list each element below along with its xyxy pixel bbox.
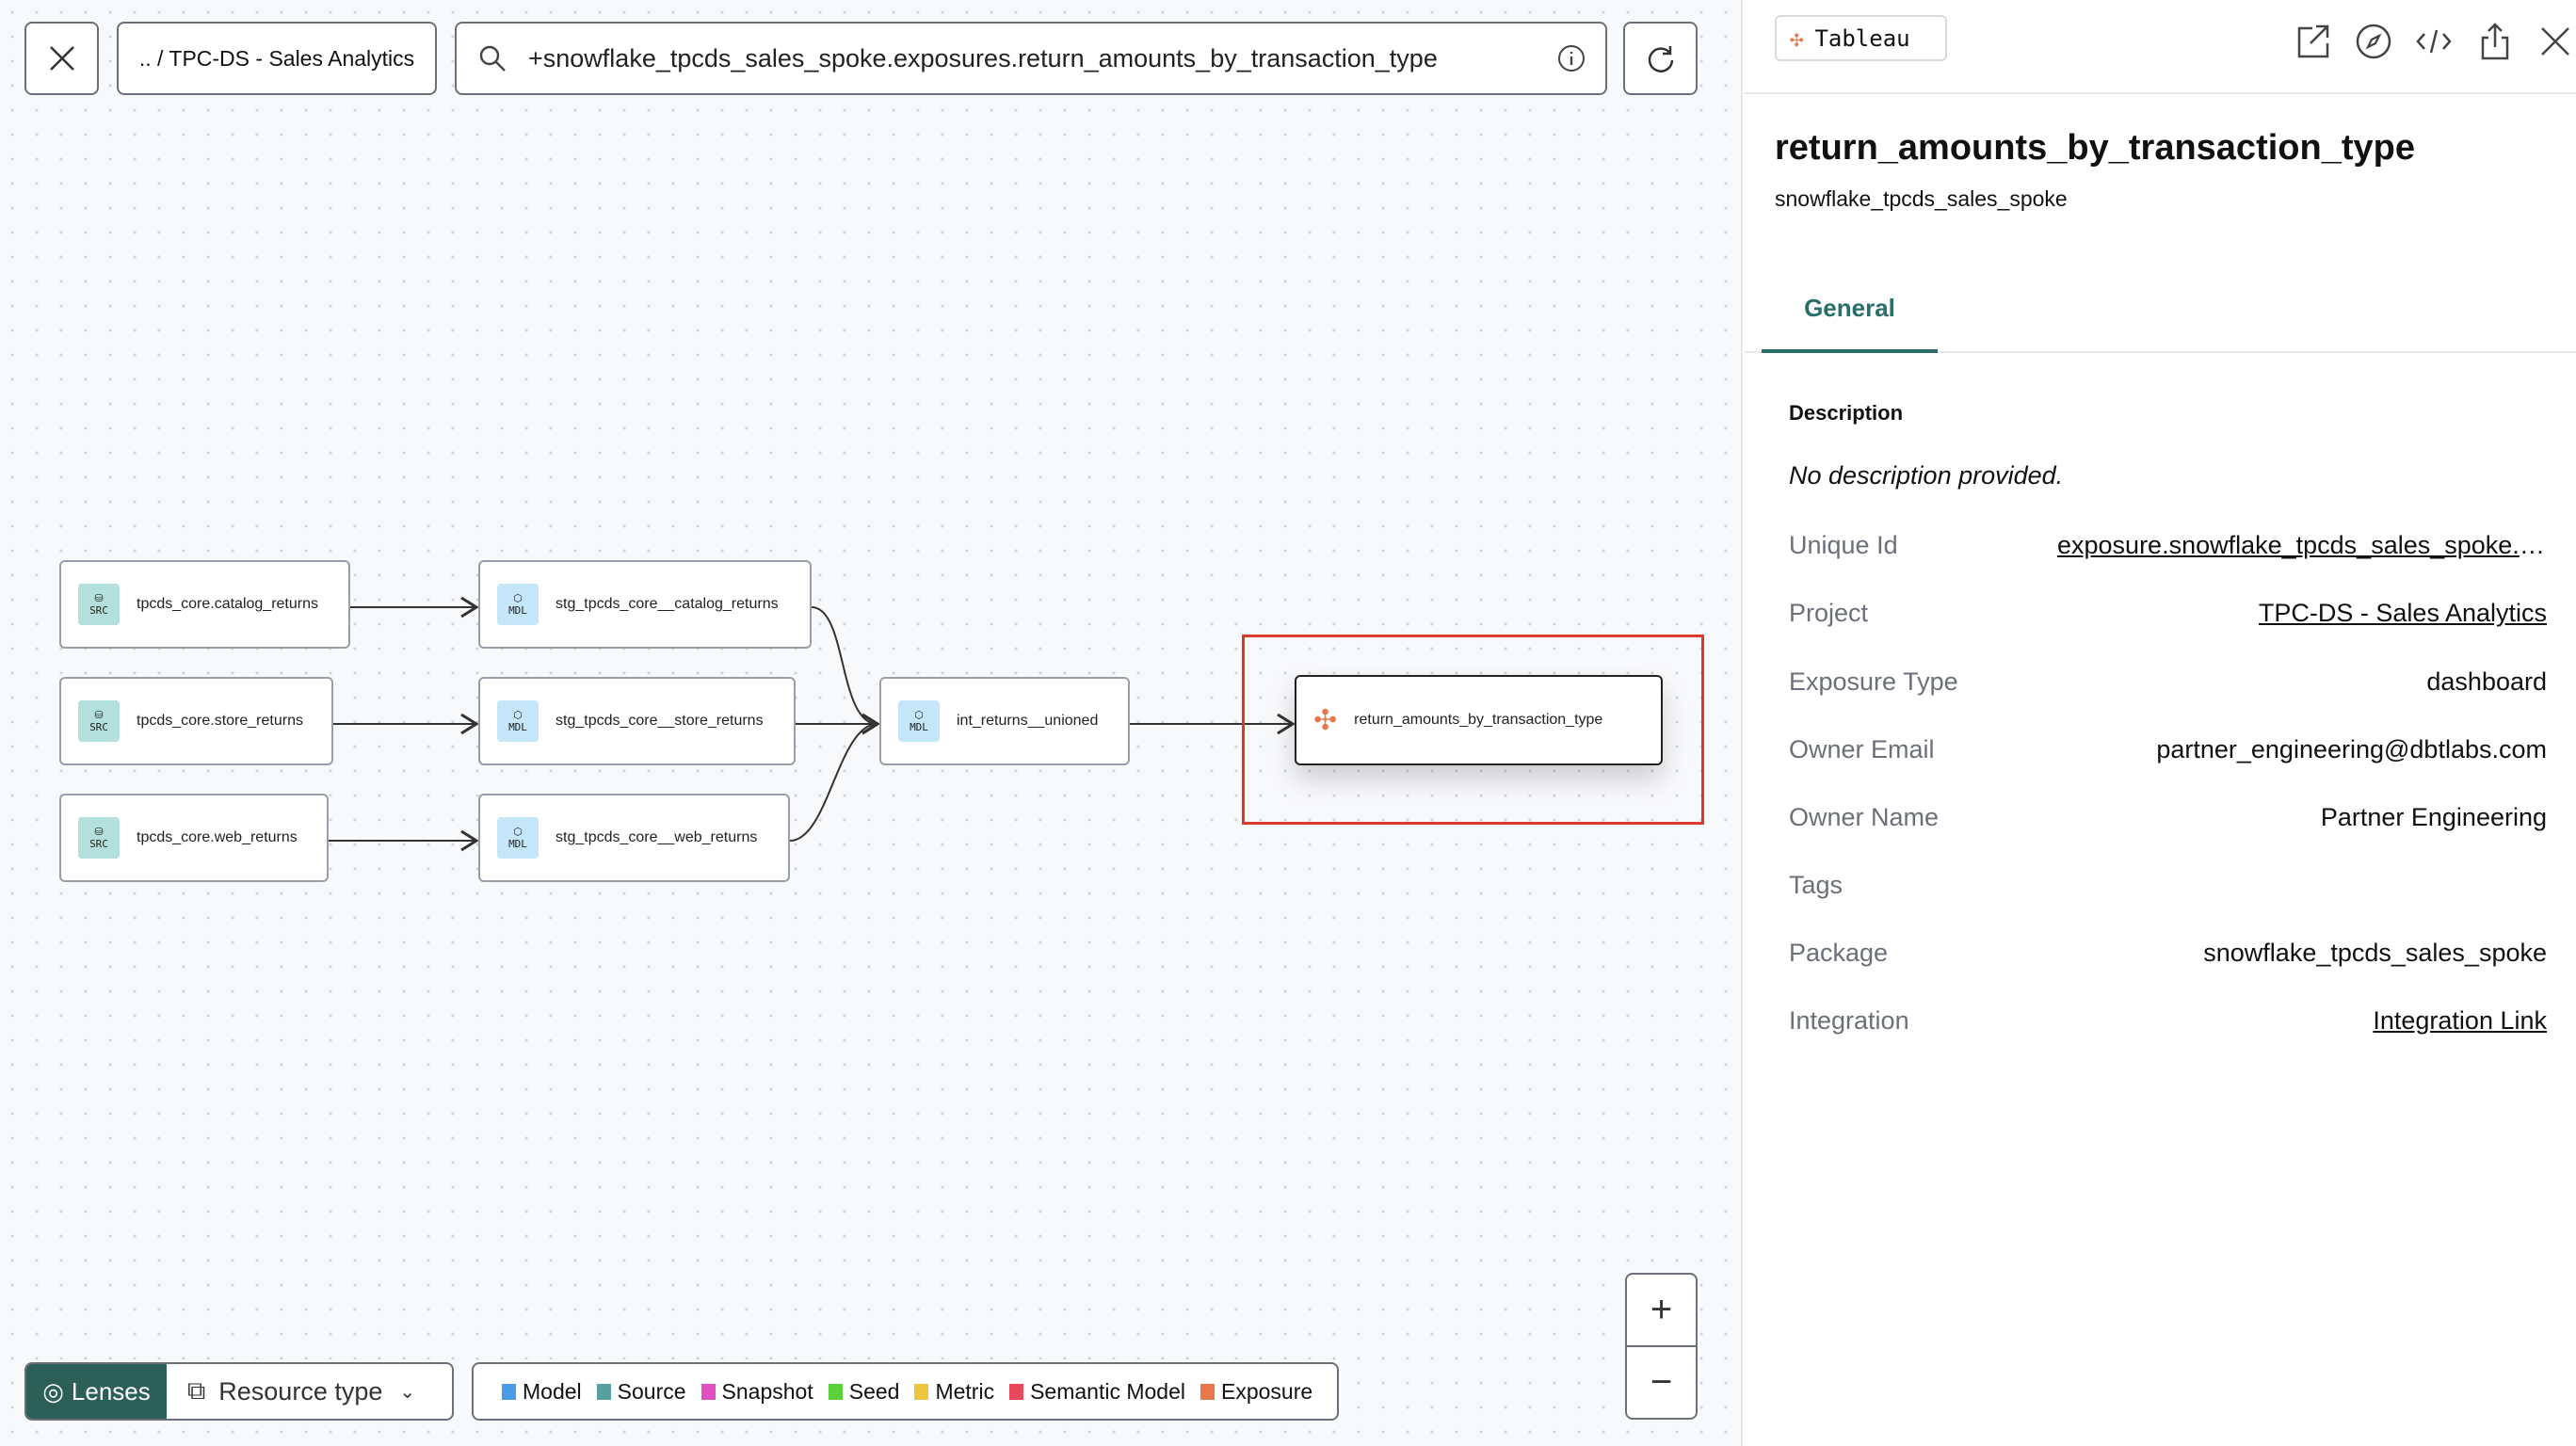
page-title: return_amounts_by_transaction_type [1775,128,2415,168]
node-exposure[interactable]: ✣ return_amounts_by_transaction_type [1295,675,1663,765]
field-row: Exposure Type dashboard [1789,665,2547,699]
cube-icon: ⬡ MDL [497,817,539,859]
zoom-controls: + − [1625,1273,1698,1420]
tableau-chip: ✣ Tableau [1775,15,1947,61]
field-row: Owner Name Partner Engineering [1789,800,2547,834]
divider [1745,92,2576,94]
field-value: partner_engineering@dbtlabs.com [2156,735,2547,763]
edge [789,713,880,842]
legend-swatch [502,1383,516,1400]
legend-item: Exposure [1200,1379,1312,1405]
zoom-out-button[interactable]: − [1627,1347,1696,1418]
tab-general[interactable]: General [1762,294,1938,353]
legend-swatch [700,1383,716,1400]
field-label: Tags [1789,871,1843,899]
node-model[interactable]: ⬡ MDL stg_tpcds_core__catalog_returns [478,560,812,649]
node-label: tpcds_core.web_returns [137,829,298,845]
subtitle: snowflake_tpcds_sales_spoke [1775,186,2068,211]
field-label: Unique Id [1789,531,1898,559]
legend-item: Source [596,1379,686,1405]
database-icon: ⛁ SRC [78,700,120,742]
node-label: stg_tpcds_core__catalog_returns [555,596,779,612]
legend-swatch [1200,1383,1215,1400]
compass-icon[interactable] [2353,21,2394,62]
cube-icon: ⬡ MDL [898,700,940,742]
node-model[interactable]: ⬡ MDL int_returns__unioned [879,677,1130,765]
chevron-down-icon: ⌄ [399,1381,416,1403]
field-label: Package [1789,939,1889,967]
legend-swatch [1009,1383,1024,1400]
legend-swatch [596,1383,611,1400]
legend-item: Model [502,1379,582,1405]
node-model[interactable]: ⬡ MDL stg_tpcds_core__store_returns [478,677,796,765]
legend-item: Seed [828,1379,899,1405]
field-row: Owner Email partner_engineering@dbtlabs.c… [1789,732,2547,766]
description-text: No description provided. [1789,461,2064,490]
hierarchy-icon: ⧉ [187,1376,206,1405]
field-label: Exposure Type [1789,667,1958,696]
node-model[interactable]: ⬡ MDL stg_tpcds_core__web_returns [478,794,790,882]
legend: Model Source Snapshot Seed Metric Semantic Mo… [472,1362,1339,1421]
database-icon: ⛁ SRC [78,584,120,625]
field-link[interactable]: exposure.snowflake_tpcds_sales_spoke.ret… [2057,528,2547,562]
node-label: tpcds_core.store_returns [137,713,303,729]
node-label: stg_tpcds_core__web_returns [555,829,758,845]
node-label: stg_tpcds_core__store_returns [555,713,764,729]
field-label: Owner Name [1789,803,1940,831]
details-panel: ✣ Tableau return_amounts_by_transaction_t… [1745,0,2576,1446]
lenses-bar: ◎ Lenses ⧉ Resource type ⌄ [24,1362,454,1421]
node-source[interactable]: ⛁ SRC tpcds_core.web_returns [59,794,329,882]
legend-item: Metric [914,1379,994,1405]
legend-item: Snapshot [700,1379,813,1405]
lenses-button[interactable]: ◎ Lenses [26,1364,167,1419]
legend-item: Semantic Model [1009,1379,1185,1405]
field-label: Owner Email [1789,735,1935,763]
cube-icon: ⬡ MDL [497,700,539,742]
node-label: tpcds_core.catalog_returns [137,596,318,612]
node-label: int_returns__unioned [957,713,1099,729]
field-row: Package snowflake_tpcds_sales_spoke [1789,936,2547,970]
share-icon[interactable] [2474,21,2516,62]
tableau-icon: ✣ [1790,24,1804,52]
field-row: Project TPC-DS - Sales Analytics [1789,596,2547,630]
description-label: Description [1789,401,1904,425]
zoom-in-button[interactable]: + [1627,1275,1696,1347]
field-value: Partner Engineering [2320,803,2547,831]
field-row: Tags [1789,868,2547,902]
code-icon[interactable] [2413,21,2455,62]
field-label: Integration [1789,1006,1909,1035]
field-link[interactable]: Integration Link [2373,1004,2547,1037]
field-row: Unique Id exposure.snowflake_tpcds_sales_… [1789,528,2547,562]
field-row: Integration Integration Link [1789,1004,2547,1037]
database-icon: ⛁ SRC [78,817,120,859]
node-label: return_amounts_by_transaction_type [1354,712,1603,728]
legend-swatch [828,1383,843,1400]
open-external-icon[interactable] [2292,21,2333,62]
node-source[interactable]: ⛁ SRC tpcds_core.catalog_returns [59,560,350,649]
close-panel-icon[interactable] [2535,21,2576,62]
resource-type-select[interactable]: ⧉ Resource type ⌄ [167,1376,415,1406]
field-value: dashboard [2426,667,2547,696]
tableau-icon: ✣ [1313,704,1338,736]
legend-swatch [914,1383,929,1400]
node-source[interactable]: ⛁ SRC tpcds_core.store_returns [59,677,333,765]
field-label: Project [1789,599,1869,627]
edge [811,606,880,735]
lineage-canvas[interactable]: .. / TPC-DS - Sales Analytics +snowflake… [0,0,1743,1446]
cube-icon: ⬡ MDL [497,584,539,625]
field-link[interactable]: TPC-DS - Sales Analytics [2259,596,2547,630]
field-value: snowflake_tpcds_sales_spoke [2203,939,2547,967]
aperture-icon: ◎ [42,1376,64,1406]
